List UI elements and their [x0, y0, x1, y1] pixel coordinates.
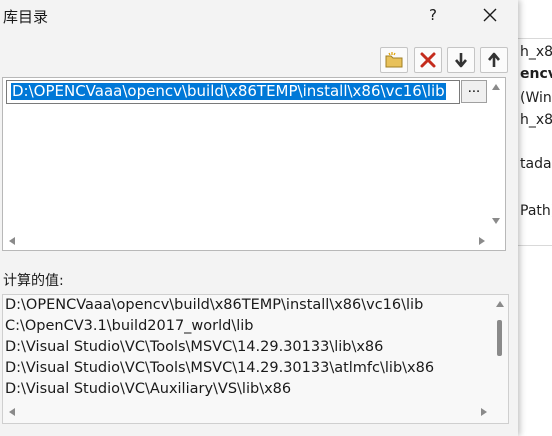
computed-line: D:\Visual Studio\VC\Tools\MSVC\14.29.301…: [5, 339, 384, 355]
computed-line: D:\OPENCVaaa\opencv\build\x86TEMP\instal…: [5, 297, 424, 313]
new-line-button[interactable]: [380, 47, 408, 73]
bg-fragment: h_x8: [520, 44, 552, 60]
move-down-icon: [455, 53, 467, 68]
computed-values-list[interactable]: D:\OPENCVaaa\opencv\build\x86TEMP\instal…: [2, 294, 509, 424]
scroll-right-arrow[interactable]: [477, 236, 487, 246]
bg-fragment: tada: [520, 156, 552, 172]
delete-icon: [420, 52, 436, 68]
triangle-left-icon: [9, 408, 15, 416]
computed-line: D:\Visual Studio\VC\Auxiliary\VS\lib\x86: [5, 381, 292, 397]
triangle-left-icon: [9, 237, 15, 245]
bg-fragment: (Win: [520, 90, 552, 106]
computed-scroll-right-arrow[interactable]: [479, 407, 489, 417]
bg-fragment: encv: [520, 66, 552, 82]
triangle-down-icon: [492, 218, 500, 224]
scroll-up-arrow[interactable]: [491, 82, 501, 92]
computed-scroll-up-arrow[interactable]: [495, 299, 505, 309]
directory-entry-input[interactable]: D:\OPENCVaaa\opencv\build\x86TEMP\instal…: [6, 80, 460, 104]
triangle-up-icon: [492, 84, 500, 90]
computed-scroll-left-arrow[interactable]: [7, 407, 17, 417]
selected-entry-text: D:\OPENCVaaa\opencv\build\x86TEMP\instal…: [11, 82, 446, 100]
browse-button[interactable]: ...: [461, 80, 487, 103]
scroll-left-arrow[interactable]: [7, 236, 17, 246]
move-up-button[interactable]: [480, 47, 508, 73]
dialog-title: 库目录: [3, 8, 49, 26]
computed-line: D:\Visual Studio\VC\Tools\MSVC\14.29.301…: [5, 360, 435, 376]
background-panel: h_x8 encv (Win h_x8 tada Path);: [518, 38, 552, 246]
close-button[interactable]: [480, 5, 500, 25]
bg-fragment: h_x8: [520, 112, 552, 128]
bg-fragment: Path);: [520, 203, 552, 219]
move-down-button[interactable]: [447, 47, 475, 73]
triangle-right-icon: [481, 408, 487, 416]
computed-line: C:\OpenCV3.1\build2017_world\lib: [5, 318, 254, 334]
triangle-up-icon: [496, 301, 504, 307]
move-up-icon: [488, 52, 500, 67]
triangle-right-icon: [479, 237, 485, 245]
directory-list[interactable]: D:\OPENCVaaa\opencv\build\x86TEMP\instal…: [2, 77, 506, 251]
help-button[interactable]: ?: [426, 6, 440, 24]
scroll-down-arrow[interactable]: [491, 216, 501, 226]
title-bar: 库目录 ?: [0, 0, 518, 34]
computed-values-label: 计算的值:: [3, 273, 64, 289]
delete-button[interactable]: [414, 47, 442, 73]
close-icon: [483, 8, 497, 22]
background-window: h_x8 encv (Win h_x8 tada Path);: [518, 0, 552, 436]
folder-new-icon: [385, 52, 403, 68]
computed-scroll-thumb[interactable]: [497, 320, 502, 356]
library-directories-dialog: 库目录 ? D:\OPENCVaaa\opencv\build\x86TEMP\…: [0, 0, 518, 436]
